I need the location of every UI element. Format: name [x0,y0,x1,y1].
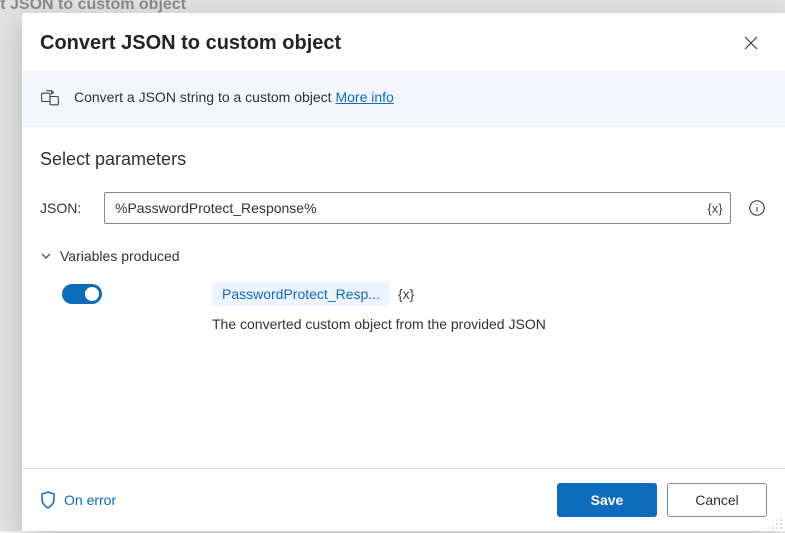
variable-enabled-toggle[interactable] [62,284,102,304]
variable-name-chip[interactable]: PasswordProtect_Resp... [212,282,390,306]
dialog-footer: On error Save Cancel [22,468,785,531]
on-error-button[interactable]: On error [40,491,116,509]
convert-icon [40,89,60,109]
on-error-label: On error [64,492,116,508]
resize-grip[interactable] [771,517,783,529]
info-icon [748,199,766,217]
dialog-title: Convert JSON to custom object [40,32,341,55]
cancel-button[interactable]: Cancel [667,483,767,517]
variables-produced-toggle[interactable]: Variables produced [40,248,767,264]
close-button[interactable] [735,27,767,59]
close-icon [744,36,758,50]
more-info-link[interactable]: More info [335,89,393,105]
info-banner: Convert a JSON string to a custom object… [22,71,785,127]
shield-icon [40,491,56,509]
convert-json-dialog: Convert JSON to custom object Convert a … [22,13,785,531]
footer-buttons: Save Cancel [557,483,767,517]
insert-variable-button[interactable]: {x} [700,193,730,223]
dialog-body: Select parameters JSON: {x} Variables pr… [22,127,785,468]
section-title: Select parameters [40,149,767,170]
variables-produced-label: Variables produced [60,248,180,264]
param-json-info-button[interactable] [747,198,767,218]
variable-type-glyph: {x} [398,286,414,302]
banner-description: Convert a JSON string to a custom object [74,89,335,105]
dialog-header: Convert JSON to custom object [22,13,785,71]
save-button[interactable]: Save [557,483,657,517]
variable-details: PasswordProtect_Resp... {x} The converte… [124,282,767,332]
variables-produced-content: PasswordProtect_Resp... {x} The converte… [40,282,767,332]
param-json-label: JSON: [40,200,96,216]
param-json-input-wrap: {x} [104,192,731,224]
param-json-input[interactable] [105,193,700,223]
chevron-down-icon [40,250,52,262]
variable-description: The converted custom object from the pro… [212,316,767,332]
param-json-row: JSON: {x} [40,192,767,224]
